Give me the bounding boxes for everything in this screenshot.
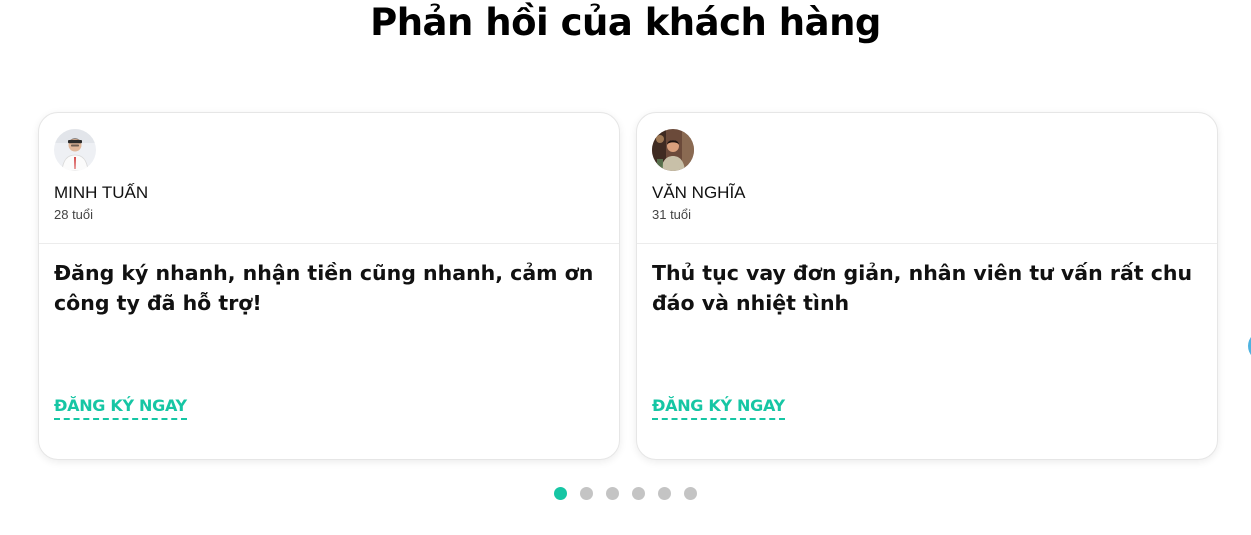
customer-name: VĂN NGHĨA — [652, 183, 746, 202]
avatar — [652, 129, 694, 171]
card-header: MINH TUẤN 28 tuổi — [39, 113, 619, 244]
carousel-dot[interactable] — [580, 487, 593, 500]
register-now-link[interactable]: ĐĂNG KÝ NGAY — [54, 395, 187, 420]
person-photo-icon — [652, 129, 694, 171]
avatar — [54, 129, 96, 171]
testimonial-quote: Thủ tục vay đơn giản, nhân viên tư vấn r… — [652, 261, 1193, 315]
carousel-pagination — [0, 487, 1251, 500]
carousel-dot[interactable] — [632, 487, 645, 500]
customer-name: MINH TUẤN — [54, 183, 149, 202]
card-header: VĂN NGHĨA 31 tuổi — [637, 113, 1217, 244]
testimonials-section: Phản hồi của khách hàng MINH TUẤN 28 tuổ… — [0, 0, 1251, 535]
section-title: Phản hồi của khách hàng — [370, 1, 881, 44]
carousel-dot[interactable] — [606, 487, 619, 500]
carousel-dot[interactable] — [684, 487, 697, 500]
register-now-link[interactable]: ĐĂNG KÝ NGAY — [652, 395, 785, 420]
customer-age: 28 tuổi — [54, 207, 94, 222]
testimonial-card: MINH TUẤN 28 tuổi Đăng ký nhanh, nhận ti… — [38, 112, 620, 460]
testimonial-card: VĂN NGHĨA 31 tuổi Thủ tục vay đơn giản, … — [636, 112, 1218, 460]
customer-age: 31 tuổi — [652, 207, 692, 222]
person-photo-icon — [54, 129, 96, 171]
testimonial-quote: Đăng ký nhanh, nhận tiền cũng nhanh, cảm… — [54, 261, 594, 315]
carousel-dot[interactable] — [658, 487, 671, 500]
carousel-dot[interactable] — [554, 487, 567, 500]
